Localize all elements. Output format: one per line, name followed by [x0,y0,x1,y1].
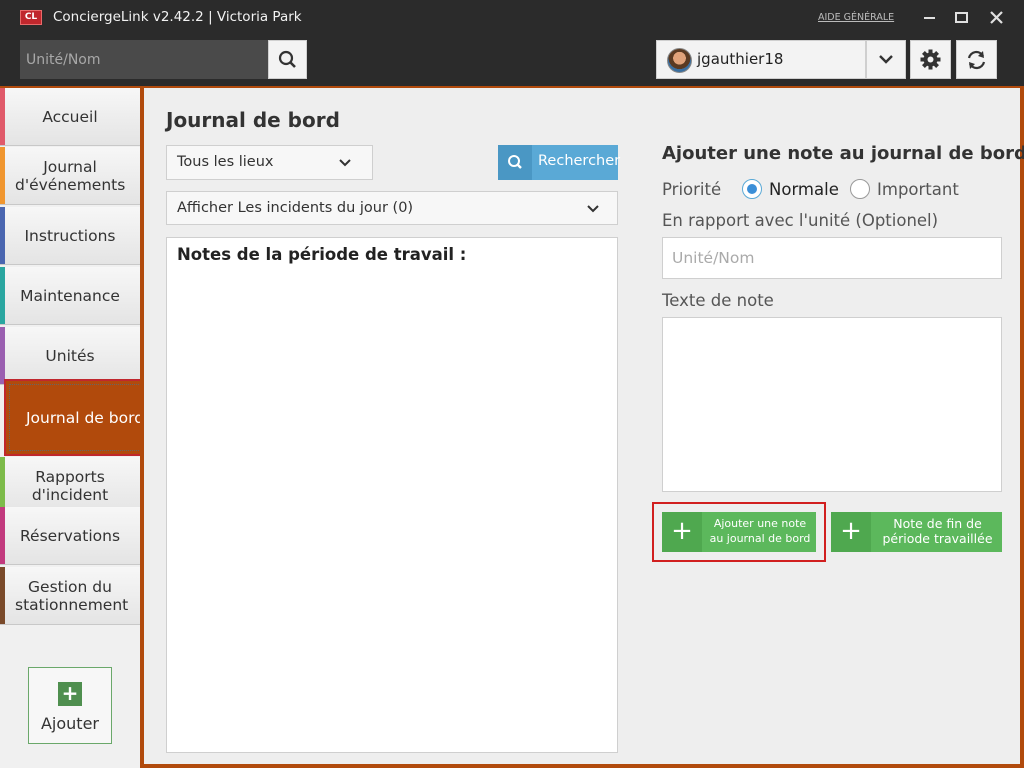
incidents-select[interactable]: Afficher Les incidents du jour (0) [166,191,618,225]
sidebar-color-stripe [0,507,5,564]
sidebar-color-stripe [0,327,5,384]
sidebar-item-label: Unités [45,346,95,365]
plus-icon: + [58,682,82,706]
shift-notes-panel: Notes de la période de travail : [166,237,618,753]
sidebar-item-reservations[interactable]: Réservations [0,507,140,565]
add-note-button[interactable]: + Ajouter une note au journal de bord [662,512,816,552]
sidebar-item-label: Rapports d'incident [31,467,109,504]
incidents-select-value: Afficher Les incidents du jour (0) [177,200,414,216]
search-icon [278,50,296,68]
sidebar-item-label: Réservations [19,526,121,545]
help-link[interactable]: AIDE GÉNÉRALE [818,12,894,23]
sidebar-color-stripe [0,567,5,624]
window-border-bottom [144,764,1024,768]
note-text-label: Texte de note [662,291,774,310]
add-note-form-title: Ajouter une note au journal de bord : [662,143,1024,164]
gear-icon [920,49,941,70]
search-journal-label: Rechercher [538,153,621,169]
sidebar-color-stripe [0,147,5,204]
window-border-right [1020,88,1024,768]
sidebar-item-label: Journal d'événements [15,157,126,194]
end-shift-note-label: Note de fin de période travaillée [882,516,993,546]
priority-label: Priorité [662,180,722,199]
search-icon [498,145,532,180]
sidebar-item-accueil[interactable]: Accueil [0,88,140,146]
unit-field[interactable] [662,237,1002,279]
end-shift-note-button[interactable]: + Note de fin de période travaillée [831,512,1002,552]
user-dropdown-button[interactable] [866,40,906,79]
sidebar-color-stripe [0,267,5,324]
add-button[interactable]: + Ajouter [28,667,112,744]
page-title: Journal de bord [166,108,340,132]
shift-notes-title: Notes de la période de travail : [177,245,467,264]
maximize-icon[interactable] [952,8,972,28]
sidebar-item-gestion-stationnement[interactable]: Gestion du stationnement [0,567,140,625]
close-icon[interactable] [987,8,1007,28]
priority-important-label[interactable]: Important [877,180,959,199]
sidebar-item-label: Instructions [24,226,116,245]
note-text-field[interactable] [662,317,1002,492]
plus-icon: + [662,512,702,552]
sidebar-item-maintenance[interactable]: Maintenance [0,267,140,325]
settings-button[interactable] [910,40,951,79]
sidebar-item-label: Journal de bord [25,408,145,427]
refresh-icon [967,50,986,70]
sidebar-color-stripe [0,88,5,145]
search-journal-button[interactable]: Rechercher [498,145,621,180]
username: jgauthier18 [697,50,784,68]
chevron-down-icon [339,159,351,167]
sidebar-item-instructions[interactable]: Instructions [0,207,140,265]
app-logo: CL [20,10,42,25]
add-note-button-label: Ajouter une note au journal de bord [709,517,811,545]
minimize-icon[interactable] [920,8,940,28]
refresh-button[interactable] [956,40,997,79]
sidebar-item-journal-evenements[interactable]: Journal d'événements [0,147,140,205]
search-input[interactable] [20,40,268,79]
location-select[interactable]: Tous les lieux [166,145,373,180]
sidebar-color-stripe [0,207,5,264]
sidebar-item-label: Gestion du stationnement [15,577,129,614]
sidebar-color-stripe [0,457,5,514]
sidebar-item-label: Maintenance [20,286,120,305]
plus-icon: + [831,512,871,552]
priority-normal-radio[interactable] [742,179,762,199]
priority-normal-label[interactable]: Normale [769,180,839,199]
window-title: ConciergeLink v2.42.2 | Victoria Park [53,9,302,25]
avatar [667,48,692,73]
add-button-label: Ajouter [40,714,99,733]
priority-important-radio[interactable] [850,179,870,199]
unit-field-label: En rapport avec l'unité (Optionel) [662,211,939,230]
search-button[interactable] [268,40,307,79]
sidebar-item-unites[interactable]: Unités [0,327,140,385]
location-select-value: Tous les lieux [177,154,274,170]
chevron-down-icon [879,55,893,64]
sidebar-item-label: Accueil [42,107,98,126]
user-selector[interactable]: jgauthier18 [656,40,866,79]
chevron-down-icon [587,205,599,213]
